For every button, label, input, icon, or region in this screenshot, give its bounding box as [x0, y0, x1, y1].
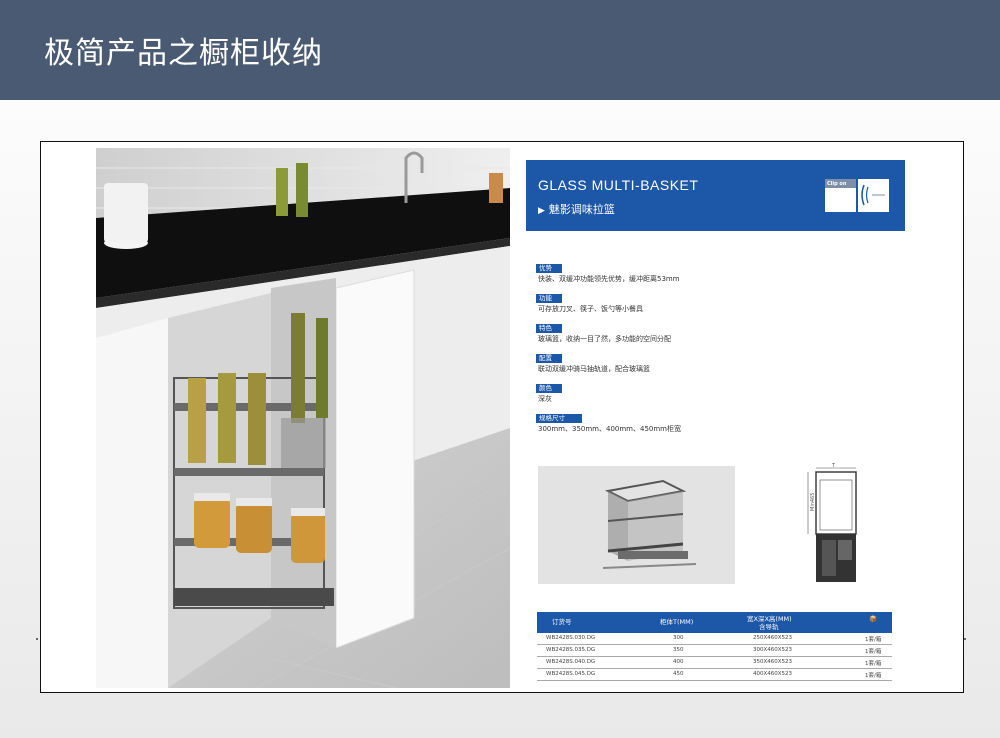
spec-value: 联动双缓冲骑马抽轨道，配合玻璃篮	[538, 365, 650, 373]
cell-size: 250X460X523	[753, 635, 793, 641]
spec-label: 功能	[536, 294, 562, 303]
cell-cabinet: 400	[673, 659, 684, 665]
spec-item: 特色 玻璃篮，收纳一目了然，多功能的空间分配	[536, 315, 866, 345]
table-row: WB2428S.040.DG 400 350X460X523 1套/箱	[537, 657, 892, 669]
spec-item: 规格尺寸 300mm、350mm、400mm、450mm柜宽	[536, 405, 866, 435]
product-sheet: GLASS MULTI-BASKET ▶ 魅影调味拉篮 Clip on 优势 快装…	[40, 141, 964, 693]
basket-product-image	[538, 466, 735, 584]
page-title: 极简产品之橱柜收纳	[44, 36, 323, 71]
cell-pack: 1套/箱	[865, 637, 882, 643]
page-marker-right	[964, 638, 966, 640]
cell-cabinet: 350	[673, 647, 684, 653]
col-size-sub: 含导轨	[759, 623, 779, 631]
cell-pack: 1套/箱	[865, 661, 882, 667]
header-bar: 极简产品之橱柜收纳	[0, 0, 1000, 100]
product-subtitle: ▶ 魅影调味拉篮	[538, 201, 615, 217]
spec-item: 颜色 深灰	[536, 375, 866, 405]
spec-list: 优势 快装、双缓冲功能领先优势，缓冲距离53mm 功能 可存放刀叉、筷子、饭勺等…	[536, 255, 866, 435]
kitchen-photo	[96, 148, 510, 688]
table-row: WB2428S.035.DG 350 300X460X523 1套/箱	[537, 645, 892, 657]
diagram-dim-label: Min465	[810, 493, 816, 511]
col-size: 宽X深X高(MM)	[747, 615, 792, 623]
spec-item: 功能 可存放刀叉、筷子、饭勺等小餐具	[536, 285, 866, 315]
spec-value: 300mm、350mm、400mm、450mm柜宽	[538, 425, 681, 433]
logo-text: Clip on	[827, 181, 847, 187]
table-row: WB2428S.030.DG 300 250X460X523 1套/箱	[537, 633, 892, 645]
spec-value: 可存放刀叉、筷子、饭勺等小餐具	[538, 305, 643, 313]
spec-value: 快装、双缓冲功能领先优势，缓冲距离53mm	[538, 275, 680, 283]
page-marker-left	[36, 638, 38, 640]
cell-code: WB2428S.045.DG	[546, 671, 596, 677]
spec-label: 颜色	[536, 384, 562, 393]
table-row: WB2428S.045.DG 450 400X460X523 1套/箱	[537, 669, 892, 681]
col-pack-icon: 📦	[869, 615, 878, 623]
col-code: 订货号	[552, 618, 572, 626]
play-icon: ▶	[538, 206, 545, 216]
cell-cabinet: 300	[673, 635, 684, 641]
cell-pack: 1套/箱	[865, 673, 882, 679]
spec-item: 配置 联动双缓冲骑马抽轨道，配合玻璃篮	[536, 345, 866, 375]
col-cabinet: 柜体T(MM)	[660, 618, 694, 626]
product-banner: GLASS MULTI-BASKET ▶ 魅影调味拉篮 Clip on	[526, 160, 905, 231]
cell-code: WB2428S.035.DG	[546, 647, 596, 653]
cell-code: WB2428S.040.DG	[546, 659, 596, 665]
cell-code: WB2428S.030.DG	[546, 635, 596, 641]
technical-diagram: T Min465	[796, 462, 866, 584]
product-name-cn: 魅影调味拉篮	[548, 203, 615, 216]
table-header: 订货号 柜体T(MM) 宽X深X高(MM) 含导轨 📦	[537, 612, 892, 633]
product-name-en: GLASS MULTI-BASKET	[538, 177, 699, 193]
cell-size: 350X460X523	[753, 659, 793, 665]
cell-cabinet: 450	[673, 671, 684, 677]
buffer-logo	[858, 179, 889, 212]
spec-item: 优势 快装、双缓冲功能领先优势，缓冲距离53mm	[536, 255, 866, 285]
spec-value: 玻璃篮，收纳一目了然，多功能的空间分配	[538, 335, 671, 343]
cell-pack: 1套/箱	[865, 649, 882, 655]
spec-label: 优势	[536, 264, 562, 273]
order-table: 订货号 柜体T(MM) 宽X深X高(MM) 含导轨 📦 WB2428S.030.…	[537, 612, 892, 681]
clip-on-logo: Clip on	[825, 179, 856, 212]
spec-label: 规格尺寸	[536, 414, 582, 423]
spec-label: 配置	[536, 354, 562, 363]
spec-label: 特色	[536, 324, 562, 333]
cell-size: 400X460X523	[753, 671, 793, 677]
cell-size: 300X460X523	[753, 647, 793, 653]
spec-value: 深灰	[538, 395, 552, 403]
